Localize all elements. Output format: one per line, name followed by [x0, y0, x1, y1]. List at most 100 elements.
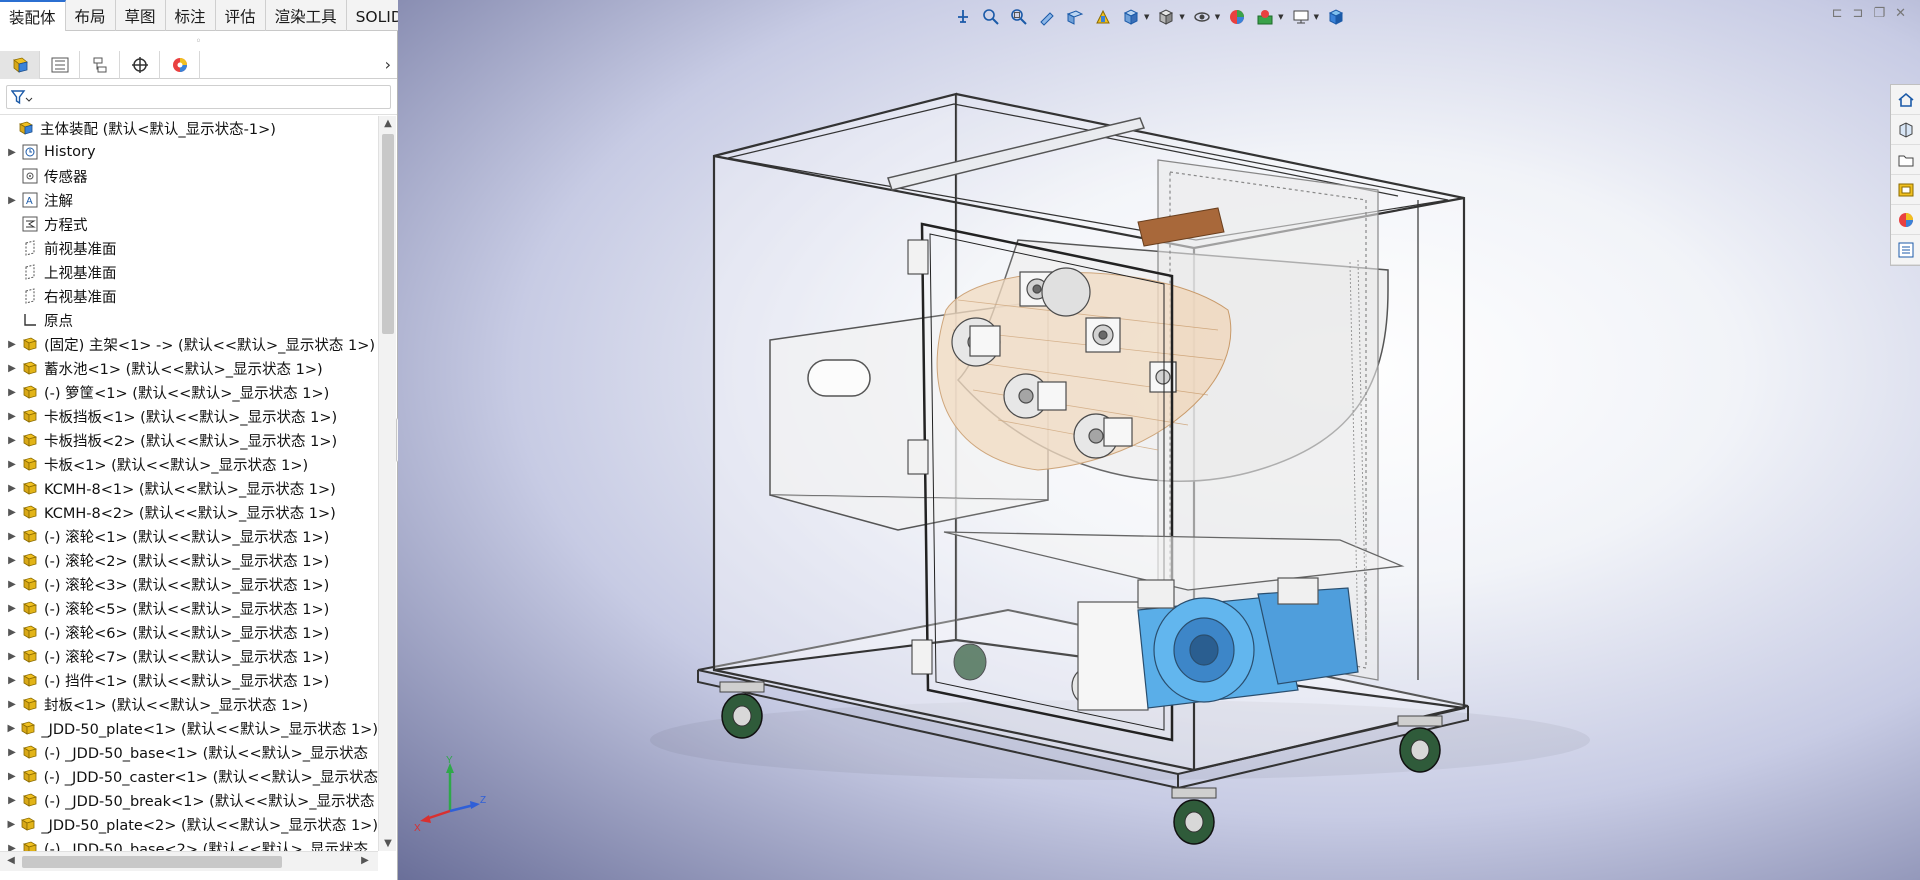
chevron-down-icon[interactable]: ▼	[1278, 13, 1283, 21]
home-icon[interactable]	[1891, 85, 1920, 115]
scroll-right-icon[interactable]: ▶	[356, 855, 374, 866]
expand-arrow-icon[interactable]: ▶	[4, 459, 20, 470]
3d-view-icon[interactable]	[1325, 6, 1347, 28]
tab-0[interactable]: 装配体	[0, 0, 66, 31]
expand-arrow-icon[interactable]: ▶	[4, 531, 20, 542]
tree-item[interactable]: ▶ 蓄水池<1> (默认<<默认>_显示状态 1>)	[0, 356, 378, 380]
expand-arrow-icon[interactable]: ▶	[4, 843, 20, 852]
filter-input[interactable]	[6, 85, 391, 109]
tree-item[interactable]: ▶ (-) 滚轮<7> (默认<<默认>_显示状态 1>)	[0, 644, 378, 668]
tree-item[interactable]: 主体装配 (默认<默认_显示状态-1>)	[0, 116, 378, 140]
tab-1[interactable]: 布局	[66, 0, 116, 31]
scroll-left-icon[interactable]: ◀	[2, 855, 20, 866]
custom-properties-icon[interactable]	[1891, 235, 1920, 265]
edit-appearance-icon[interactable]	[1226, 6, 1248, 28]
expand-arrow-icon[interactable]: ▶	[4, 747, 20, 758]
tree-item[interactable]: ▶ (-) _JDD-50_break<1> (默认<<默认>_显示状态	[0, 788, 378, 812]
chevron-right-icon[interactable]: ›	[385, 55, 391, 74]
tree-item[interactable]: ▶ History	[0, 140, 378, 164]
chevron-down-icon[interactable]: ▼	[1215, 13, 1220, 21]
tree-item[interactable]: ▶ (-) _JDD-50_base<1> (默认<<默认>_显示状态	[0, 740, 378, 764]
display-style-icon[interactable]	[1155, 6, 1177, 28]
tree-item[interactable]: ▶ (-) _JDD-50_caster<1> (默认<<默认>_显示状态	[0, 764, 378, 788]
tab-3[interactable]: 标注	[166, 0, 216, 31]
dimxpert-manager-tab[interactable]	[120, 50, 160, 79]
tree-item[interactable]: ▶ _JDD-50_plate<1> (默认<<默认>_显示状态 1>)	[0, 716, 378, 740]
property-manager-tab[interactable]	[40, 50, 80, 79]
scroll-down-icon[interactable]: ▼	[379, 838, 397, 849]
view-selector-icon[interactable]	[1120, 6, 1142, 28]
panel-grip[interactable]: ◦	[0, 31, 397, 51]
tree-item[interactable]: ▶ _JDD-50_plate<2> (默认<<默认>_显示状态 1>)	[0, 812, 378, 836]
tree-item[interactable]: ▶ (-) _JDD-50_base<2> (默认<<默认>_显示状态	[0, 836, 378, 851]
scroll-thumb-horizontal[interactable]	[22, 856, 282, 868]
tree-item[interactable]: ▶ (-) 箩筐<1> (默认<<默认>_显示状态 1>)	[0, 380, 378, 404]
appearances-icon[interactable]	[1891, 205, 1920, 235]
tree-item[interactable]: ▶ (-) 滚轮<2> (默认<<默认>_显示状态 1>)	[0, 548, 378, 572]
hide-show-items-icon[interactable]	[1191, 6, 1213, 28]
tree-item[interactable]: ▶ A 注解	[0, 188, 378, 212]
tree-item[interactable]: ▶ (-) 滚轮<6> (默认<<默认>_显示状态 1>)	[0, 620, 378, 644]
expand-arrow-icon[interactable]: ▶	[4, 411, 20, 422]
view-settings-icon[interactable]	[1290, 6, 1312, 28]
expand-arrow-icon[interactable]: ▶	[4, 651, 20, 662]
apply-scene-icon[interactable]	[1254, 6, 1276, 28]
tree-item[interactable]: ▶ 卡板<1> (默认<<默认>_显示状态 1>)	[0, 452, 378, 476]
expand-arrow-icon[interactable]: ▶	[4, 603, 20, 614]
expand-arrow-icon[interactable]: ▶	[4, 339, 20, 350]
tree-item[interactable]: 原点	[0, 308, 378, 332]
close-icon[interactable]: ✕	[1895, 6, 1906, 21]
tree-item[interactable]: ▶ (-) 挡件<1> (默认<<默认>_显示状态 1>)	[0, 668, 378, 692]
expand-arrow-icon[interactable]: ▶	[4, 579, 20, 590]
expand-arrow-icon[interactable]: ▶	[4, 723, 19, 734]
expand-arrow-icon[interactable]: ▶	[4, 627, 20, 638]
expand-arrow-icon[interactable]: ▶	[4, 507, 20, 518]
chevron-down-icon[interactable]: ▼	[1144, 13, 1149, 21]
tree-item[interactable]: ▶ KCMH-8<1> (默认<<默认>_显示状态 1>)	[0, 476, 378, 500]
scroll-up-icon[interactable]: ▲	[379, 118, 397, 129]
expand-arrow-icon[interactable]: ▶	[4, 819, 19, 830]
display-manager-tab[interactable]	[160, 50, 200, 79]
chevron-down-icon[interactable]: ▼	[1179, 13, 1184, 21]
file-explorer-icon[interactable]	[1891, 145, 1920, 175]
zoom-to-fit-icon[interactable]	[980, 6, 1002, 28]
dynamic-annotation-icon[interactable]	[1092, 6, 1114, 28]
tree-item[interactable]: 右视基准面	[0, 284, 378, 308]
previous-view-icon[interactable]	[1036, 6, 1058, 28]
restore-icon[interactable]: ❐	[1873, 6, 1885, 21]
expand-arrow-icon[interactable]: ▶	[4, 483, 20, 494]
tab-5[interactable]: 渲染工具	[266, 0, 347, 31]
expand-arrow-icon[interactable]: ▶	[4, 195, 20, 206]
tree-horizontal-scrollbar[interactable]: ◀ ▶	[0, 851, 378, 871]
tree-vertical-scrollbar[interactable]: ▲ ▼	[378, 116, 396, 851]
tree-item[interactable]: 传感器	[0, 164, 378, 188]
expand-arrow-icon[interactable]: ▶	[4, 699, 20, 710]
tree-item[interactable]: ▶ KCMH-8<2> (默认<<默认>_显示状态 1>)	[0, 500, 378, 524]
tree-item[interactable]: ▶ 卡板挡板<1> (默认<<默认>_显示状态 1>)	[0, 404, 378, 428]
view-palette-icon[interactable]	[1891, 175, 1920, 205]
expand-arrow-icon[interactable]: ▶	[4, 675, 20, 686]
assembly-model[interactable]	[398, 0, 1920, 880]
scroll-thumb[interactable]	[382, 134, 394, 334]
expand-arrow-icon[interactable]: ▶	[4, 771, 20, 782]
tree-item[interactable]: ▶ 卡板挡板<2> (默认<<默认>_显示状态 1>)	[0, 428, 378, 452]
tree-item[interactable]: ▶ (-) 滚轮<5> (默认<<默认>_显示状态 1>)	[0, 596, 378, 620]
tree-item[interactable]: 方程式	[0, 212, 378, 236]
tab-2[interactable]: 草图	[116, 0, 166, 31]
expand-arrow-icon[interactable]: ▶	[4, 795, 20, 806]
tree-item[interactable]: ▶ (-) 滚轮<3> (默认<<默认>_显示状态 1>)	[0, 572, 378, 596]
expand-arrow-icon[interactable]: ▶	[4, 435, 20, 446]
graphics-viewport[interactable]: ▼ ▼ ▼ ▼ ▼ ⊏ ⊐ ❐ ✕ Y X Z	[398, 0, 1920, 880]
tree-item[interactable]: ▶ (固定) 主架<1> -> (默认<<默认>_显示状态 1>)	[0, 332, 378, 356]
tree-item[interactable]: 上视基准面	[0, 260, 378, 284]
section-view-icon[interactable]	[1064, 6, 1086, 28]
tree-item[interactable]: ▶ 封板<1> (默认<<默认>_显示状态 1>)	[0, 692, 378, 716]
tile-left-icon[interactable]: ⊏	[1832, 6, 1843, 21]
expand-arrow-icon[interactable]: ▶	[4, 147, 20, 158]
tree-item[interactable]: ▶ (-) 滚轮<1> (默认<<默认>_显示状态 1>)	[0, 524, 378, 548]
zoom-to-area-icon[interactable]	[1008, 6, 1030, 28]
view-orientation-icon[interactable]	[952, 6, 974, 28]
chevron-down-icon[interactable]: ▼	[1314, 13, 1319, 21]
configuration-manager-tab[interactable]	[80, 50, 120, 79]
expand-arrow-icon[interactable]: ▶	[4, 555, 20, 566]
